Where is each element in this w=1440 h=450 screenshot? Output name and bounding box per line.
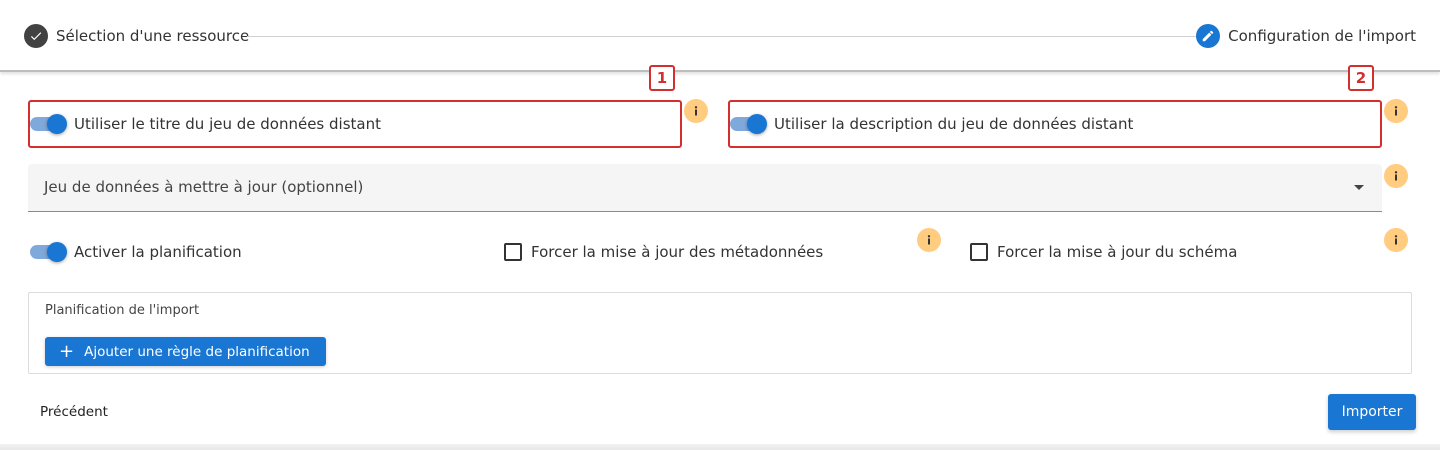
footer-divider	[0, 444, 1440, 450]
plus-icon: +	[59, 340, 75, 362]
import-button[interactable]: Importer	[1328, 394, 1416, 430]
add-planning-rule-label: Ajouter une règle de planification	[84, 343, 310, 360]
use-remote-description-switch[interactable]	[730, 111, 768, 135]
dropdown-arrow-icon	[1354, 185, 1364, 190]
annotation-number: 1	[649, 65, 675, 91]
use-remote-title-label: Utiliser le titre du jeu de données dist…	[74, 115, 381, 133]
step-import-configuration[interactable]: Configuration de l'import	[1196, 23, 1416, 49]
force-metadata-update-label: Forcer la mise à jour des métadonnées	[531, 243, 824, 261]
pencil-icon	[1196, 24, 1221, 48]
info-icon[interactable]	[1384, 228, 1408, 252]
info-icon[interactable]	[917, 228, 941, 252]
step-resource-selection[interactable]: Sélection d'une ressource	[24, 23, 249, 49]
step-label: Configuration de l'import	[1228, 27, 1416, 45]
step-divider	[247, 36, 1197, 37]
info-icon[interactable]	[684, 99, 708, 123]
import-planning-panel: Planification de l'import + Ajouter une …	[28, 292, 1412, 374]
add-planning-rule-button[interactable]: + Ajouter une règle de planification	[45, 337, 326, 366]
import-stepper: Sélection d'une ressource Configuration …	[0, 0, 1440, 72]
info-icon[interactable]	[1384, 164, 1408, 188]
use-remote-title-switch[interactable]	[30, 111, 68, 135]
dataset-to-update-select[interactable]: Jeu de données à mettre à jour (optionne…	[28, 164, 1382, 212]
enable-planning-label: Activer la planification	[74, 243, 242, 261]
enable-planning-switch[interactable]	[30, 239, 68, 263]
use-remote-description-label: Utiliser la description du jeu de donnée…	[774, 115, 1134, 133]
force-schema-update-checkbox[interactable]	[970, 243, 988, 261]
force-schema-update-label: Forcer la mise à jour du schéma	[997, 243, 1238, 261]
panel-title: Planification de l'import	[45, 303, 200, 318]
force-metadata-update-checkbox[interactable]	[504, 243, 522, 261]
check-icon	[24, 24, 48, 48]
step-label: Sélection d'une ressource	[56, 27, 250, 45]
select-label: Jeu de données à mettre à jour (optionne…	[44, 178, 364, 196]
info-icon[interactable]	[1384, 99, 1408, 123]
previous-button[interactable]: Précédent	[28, 398, 120, 426]
annotation-number: 2	[1348, 65, 1374, 91]
